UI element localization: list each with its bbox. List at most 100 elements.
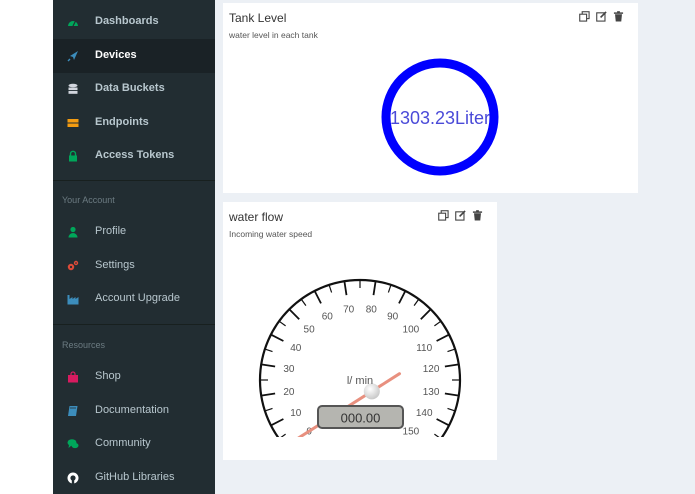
gauge-major-tick [270, 333, 284, 342]
gauge-minor-tick [264, 348, 273, 353]
sidebar-item-label: Account Upgrade [95, 292, 180, 304]
gauge-tick-label: 70 [343, 304, 355, 315]
comments-icon [67, 439, 79, 449]
sidebar-item-profile[interactable]: Profile [53, 215, 215, 249]
sidebar-item-label: Settings [95, 258, 135, 271]
gauge-major-tick [436, 333, 450, 342]
edit-icon[interactable] [455, 210, 466, 221]
gauge-minor-tick [280, 433, 286, 437]
gauge-minor-tick [434, 433, 440, 437]
gauge-tick-label: 50 [304, 325, 316, 336]
sidebar-item-label: Devices [95, 48, 137, 61]
database-icon [68, 83, 78, 94]
gauge-minor-tick [447, 348, 456, 353]
gauge-tick-label: 40 [290, 343, 302, 354]
gauge-minor-tick [413, 298, 420, 306]
sidebar-item-github-libraries[interactable]: GitHub Libraries [53, 461, 215, 494]
gauge-tick-label: 80 [366, 304, 378, 315]
sidebar-item-account-upgrade[interactable]: Account Upgrade [53, 282, 215, 316]
copy-icon[interactable] [438, 210, 449, 221]
lock-icon [69, 150, 77, 162]
sidebar-divider [53, 180, 215, 181]
sidebar-item-endpoints[interactable]: Endpoints [53, 106, 215, 140]
gauge-major-tick [420, 308, 432, 320]
server-icon [67, 118, 79, 127]
sidebar-item-devices[interactable]: Devices [53, 38, 215, 73]
gauge-major-tick [288, 308, 300, 320]
gauge-tick-label: 20 [283, 387, 295, 398]
gauge-major-tick [261, 392, 276, 397]
gauge-major-tick [444, 392, 459, 397]
widget-title: water flow [229, 210, 284, 224]
gauge-major-tick [343, 281, 348, 296]
gauge-tick-label: 120 [423, 364, 440, 375]
water-flow-gauge: 0102030405060708090100110120130140150 l/… [258, 278, 462, 437]
gauge-minor-tick [264, 407, 273, 412]
section-label-resources: Resources [62, 340, 106, 350]
widget-toolbar [438, 210, 483, 221]
gauge-minor-tick [434, 320, 442, 327]
book-icon [68, 405, 78, 416]
edit-icon[interactable] [596, 11, 607, 22]
tank-level-ring: 1303.23Liter [381, 58, 499, 176]
sidebar-item-access-tokens[interactable]: Access Tokens [53, 139, 215, 173]
gauge-major-tick [261, 363, 276, 368]
industry-icon [67, 295, 79, 305]
rocket-icon [67, 50, 78, 61]
copy-icon[interactable] [579, 11, 590, 22]
section-label-account: Your Account [62, 195, 115, 205]
gauge-tick-label: 10 [290, 408, 302, 419]
gauge-tick-label: 60 [322, 311, 334, 322]
sidebar-item-label: Profile [95, 225, 127, 237]
sidebar-item-label: Endpoints [95, 115, 149, 128]
gauge-major-tick [436, 418, 450, 427]
sidebar-item-label: Access Tokens [95, 149, 175, 161]
page: Dashboards Devices Data Buckets Endpoints Ac… [0, 0, 695, 494]
gears-icon [67, 260, 79, 270]
sidebar-item-data-buckets[interactable]: Data Buckets [53, 72, 215, 106]
user-icon [68, 226, 78, 238]
gauge-major-tick [372, 281, 377, 296]
gauge-major-tick [270, 418, 284, 427]
trash-icon[interactable] [613, 11, 624, 22]
gauge-major-tick [313, 290, 322, 304]
trash-icon[interactable] [472, 210, 483, 221]
sidebar: Dashboards Devices Data Buckets Endpoints Ac… [53, 0, 215, 494]
dashboard-icon [68, 20, 78, 27]
gauge-minor-tick [278, 320, 286, 327]
tank-level-value: 1303.23Liter [390, 108, 490, 128]
gauge-minor-tick [387, 284, 392, 293]
gauge-tick-label: 130 [423, 387, 440, 398]
sidebar-item-label: GitHub Libraries [95, 470, 175, 483]
sidebar-item-community[interactable]: Community [53, 427, 215, 461]
gauge-tick-label: 110 [416, 343, 432, 354]
sidebar-item-settings[interactable]: Settings [53, 249, 215, 283]
sidebar-item-label: Documentation [95, 403, 169, 416]
sidebar-item-dashboards[interactable]: Dashboards [53, 5, 215, 39]
gauge-tick-label: 30 [283, 364, 295, 375]
gauge-tick-label: 100 [403, 325, 420, 336]
sidebar-item-label: Data Buckets [95, 82, 165, 94]
tank-level-widget: Tank Level water level in each tank 1303… [223, 3, 638, 193]
sidebar-item-label: Dashboards [95, 15, 159, 27]
gauge-major-tick [398, 290, 407, 304]
shopping-bag-icon [68, 371, 78, 383]
gauge-minor-tick [447, 407, 456, 412]
gauge-tick-label: 150 [403, 426, 420, 437]
gauge-tick-label: 140 [416, 408, 433, 419]
gauge-tick-label: 90 [387, 311, 399, 322]
github-icon [67, 472, 79, 484]
sidebar-item-label: Shop [95, 370, 121, 382]
widget-toolbar [579, 11, 624, 22]
sidebar-item-documentation[interactable]: Documentation [53, 394, 215, 428]
sidebar-item-shop[interactable]: Shop [53, 360, 215, 394]
gauge-major-tick [444, 363, 459, 368]
gauge-minor-tick [300, 298, 307, 306]
dashboard-content: Tank Level water level in each tank 1303… [215, 0, 695, 494]
sidebar-divider [53, 324, 215, 325]
gauge-minor-tick [328, 284, 333, 293]
water-flow-widget: water flow Incoming water speed 01020304… [223, 202, 497, 460]
sidebar-item-label: Community [95, 437, 151, 449]
widget-title: Tank Level [229, 11, 287, 25]
widget-subtitle: water level in each tank [229, 30, 318, 40]
